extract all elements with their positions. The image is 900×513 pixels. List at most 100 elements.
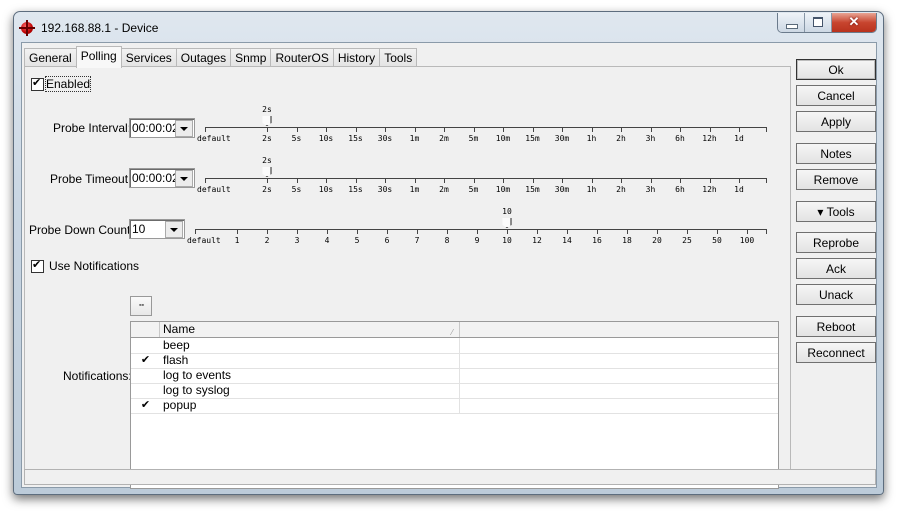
slider-tick: [709, 178, 711, 183]
row-check-icon[interactable]: [131, 368, 160, 383]
slider-track[interactable]: [205, 127, 767, 128]
close-icon: ✕: [848, 14, 860, 29]
slider-thumb[interactable]: [262, 167, 272, 177]
polling-panel: Enabled Probe Interval: 00:00:02 default…: [24, 66, 791, 489]
chevron-down-icon[interactable]: [165, 221, 183, 238]
name-column-header[interactable]: Name ⁄: [160, 322, 460, 337]
minimize-icon: [786, 24, 798, 29]
notes-button[interactable]: Notes: [796, 143, 876, 164]
ack-button[interactable]: Ack: [796, 258, 876, 279]
slider-track[interactable]: [205, 178, 767, 179]
slider-tick-label: 5: [354, 236, 360, 245]
probe-down-count-combo[interactable]: 10: [129, 219, 185, 239]
table-row[interactable]: ✔ popup: [131, 398, 778, 414]
ok-button[interactable]: Ok: [796, 59, 876, 80]
probe-down-count-value: 10: [132, 222, 146, 236]
tab-services[interactable]: Services: [120, 48, 177, 68]
enabled-checkbox[interactable]: [31, 76, 44, 91]
slider-tick-label: default: [187, 236, 221, 245]
slider-tick: [621, 178, 622, 183]
slider-tick: [567, 229, 568, 234]
tab-snmp[interactable]: Snmp: [230, 48, 272, 68]
slider-tick-label: 18: [622, 236, 632, 245]
remove-button[interactable]: Remove: [796, 169, 876, 190]
table-row[interactable]: log to events: [131, 368, 778, 384]
columns-button[interactable]: ▫▫▫: [130, 296, 152, 316]
cancel-button[interactable]: Cancel: [796, 85, 876, 106]
slider-end-tick: [766, 178, 767, 183]
enabled-label[interactable]: Enabled: [44, 76, 92, 92]
table-row[interactable]: beep: [131, 338, 778, 354]
maximize-button[interactable]: [805, 13, 832, 32]
close-button[interactable]: ✕: [832, 13, 876, 32]
row-check-icon[interactable]: [131, 338, 160, 353]
slider-tick: [680, 178, 681, 183]
tab-polling[interactable]: Polling: [75, 46, 122, 68]
probe-timeout-value: 00:00:02: [132, 171, 179, 185]
tools-menu-button[interactable]: ▾ Tools: [796, 201, 876, 222]
tab-history[interactable]: History: [332, 48, 381, 68]
tab-routeros[interactable]: RouterOS: [270, 48, 334, 68]
slider-tick: [747, 229, 748, 234]
slider-tick-label: 20: [652, 236, 662, 245]
slider-tick: [739, 127, 740, 132]
slider-tick-label: 6h: [675, 185, 685, 194]
slider-tick-label: 30s: [377, 185, 393, 194]
row-name: log to events: [160, 368, 460, 383]
reconnect-button[interactable]: Reconnect: [796, 342, 876, 363]
slider-tick-label: 25: [682, 236, 692, 245]
row-check-icon[interactable]: ✔: [131, 398, 160, 413]
slider-tick: [717, 229, 718, 234]
slider-tick: [355, 178, 357, 183]
slider-tick-label: 10m: [495, 185, 511, 194]
slider-tick: [385, 178, 386, 183]
slider-tick-label: 14: [562, 236, 572, 245]
reboot-button[interactable]: Reboot: [796, 316, 876, 337]
tab-outages[interactable]: Outages: [175, 48, 232, 68]
probe-timeout-combo[interactable]: 00:00:02: [129, 168, 195, 188]
probe-down-count-slider[interactable]: default 1 2 3 4 5 6 7 8 9 10 12 14 16 18 20 25 50 100 10: [187, 207, 767, 249]
check-column-header[interactable]: [131, 322, 160, 337]
title-bar[interactable]: 192.168.88.1 - Device ✕: [14, 12, 883, 42]
slider-tick-label: 1: [234, 236, 240, 245]
chevron-down-icon[interactable]: [175, 120, 193, 137]
slider-tick: [237, 229, 238, 234]
slider-tick: [477, 229, 478, 234]
slider-thumb[interactable]: [262, 116, 272, 126]
slider-tick: [267, 229, 268, 234]
table-row[interactable]: ✔ flash: [131, 353, 778, 369]
unack-button[interactable]: Unack: [796, 284, 876, 305]
slider-tick-label: 100: [739, 236, 755, 245]
use-notifications-label[interactable]: Use Notifications: [49, 259, 139, 273]
extra-column-header[interactable]: [460, 322, 778, 337]
minimize-button[interactable]: [778, 13, 805, 32]
slider-tick: [267, 127, 268, 132]
slider-tick: [532, 178, 534, 183]
slider-tick-label: 2s: [262, 134, 272, 143]
slider-tick: [503, 127, 504, 132]
chevron-down-icon[interactable]: [175, 170, 193, 187]
slider-tick: [387, 229, 388, 234]
device-window: 192.168.88.1 - Device ✕ General Polling …: [13, 11, 884, 495]
table-header: Name ⁄: [131, 322, 778, 338]
tab-general[interactable]: General: [24, 48, 77, 68]
tab-tools[interactable]: Tools: [379, 48, 418, 68]
slider-tick-label: 2m: [439, 185, 449, 194]
reprobe-button[interactable]: Reprobe: [796, 232, 876, 253]
slider-tick: [357, 229, 358, 234]
row-check-icon[interactable]: [131, 383, 160, 398]
slider-tick: [417, 229, 418, 234]
probe-timeout-slider[interactable]: default 2s 5s 10s 15s 30s 1m 2m 5m 10m 15m 30m 1h 2h 3…: [197, 156, 767, 198]
notifications-label: Notifications:: [63, 369, 132, 383]
slider-tick-label: 12h: [702, 185, 717, 194]
probe-interval-slider[interactable]: default 2s 5s 10s 15s 30s 1m 2m 5m 10m 15m 30m 1h 2h 3…: [197, 105, 767, 147]
row-check-icon[interactable]: ✔: [131, 353, 160, 368]
slider-tick-label: 3: [294, 236, 300, 245]
slider-track[interactable]: [195, 229, 767, 230]
probe-interval-combo[interactable]: 00:00:02: [129, 118, 195, 138]
apply-button[interactable]: Apply: [796, 111, 876, 132]
use-notifications-checkbox[interactable]: [31, 258, 44, 273]
slider-tick: [326, 178, 327, 183]
slider-thumb[interactable]: [502, 218, 512, 228]
table-row[interactable]: log to syslog: [131, 383, 778, 399]
